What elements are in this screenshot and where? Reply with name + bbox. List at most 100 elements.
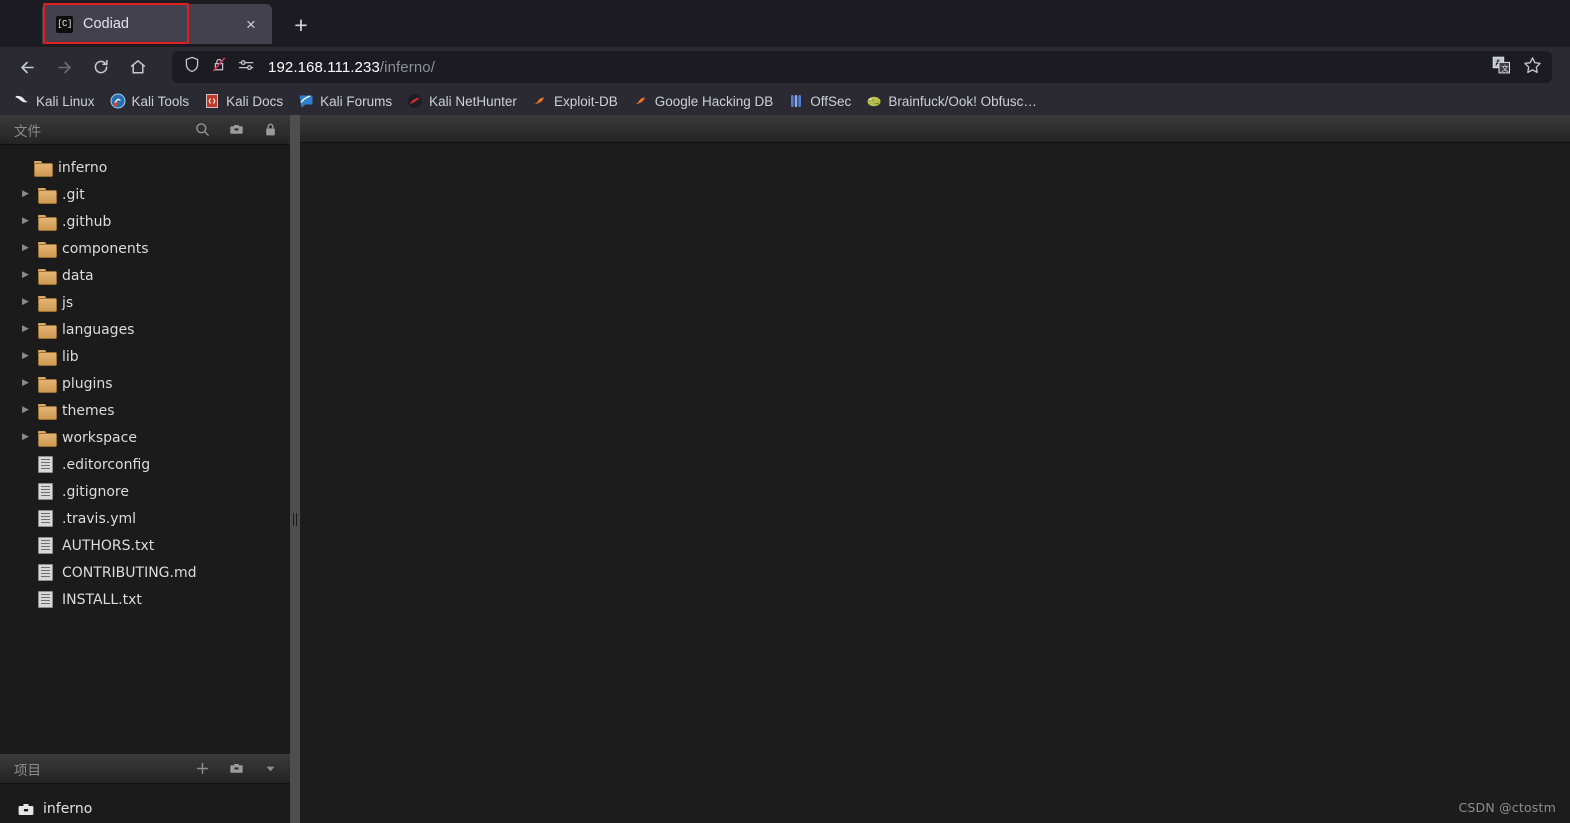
folder-icon	[38, 268, 57, 285]
tree-folder-item[interactable]: ▶inferno	[0, 154, 290, 181]
kali-docs-icon	[206, 94, 218, 108]
editor-region: CSDN @ctostm	[300, 115, 1570, 823]
svg-text:文: 文	[1501, 62, 1509, 72]
folder-icon-slot	[38, 214, 62, 231]
tree-file-item[interactable]: ▶.editorconfig	[0, 451, 290, 478]
site-permissions-icon[interactable]	[238, 58, 255, 77]
expand-arrow-icon[interactable]: ▶	[22, 406, 38, 415]
tree-file-item[interactable]: ▶AUTHORS.txt	[0, 532, 290, 559]
project-list: inferno	[0, 784, 290, 823]
insecure-connection-lock-icon[interactable]	[211, 56, 227, 78]
expand-arrow-icon[interactable]: ▶	[22, 190, 38, 199]
archive-icon[interactable]	[229, 761, 244, 776]
tree-item-label: CONTRIBUTING.md	[62, 564, 197, 581]
file-icon-slot	[38, 456, 62, 473]
tree-folder-item[interactable]: ▶ workspace	[0, 424, 290, 451]
expand-arrow-icon[interactable]: ▶	[22, 298, 38, 307]
tab-codiad[interactable]: [C] Codiad ×	[42, 4, 272, 44]
folder-icon	[38, 349, 57, 366]
file-icon	[38, 564, 53, 581]
exploit-db-icon	[534, 97, 544, 104]
file-icon	[38, 591, 53, 608]
tree-folder-item[interactable]: ▶ plugins	[0, 370, 290, 397]
bookmark-kali-forums[interactable]: Kali Forums	[292, 90, 398, 112]
editor-tab-bar[interactable]	[300, 115, 1570, 143]
bookmark-label: Brainfuck/Ook! Obfusc…	[888, 93, 1037, 109]
tree-folder-item[interactable]: ▶ .github	[0, 208, 290, 235]
tree-folder-item[interactable]: ▶ js	[0, 289, 290, 316]
folder-icon-slot	[34, 160, 58, 177]
tree-folder-item[interactable]: ▶ components	[0, 235, 290, 262]
expand-arrow-icon[interactable]: ▶	[22, 271, 38, 280]
tree-item-label: data	[62, 267, 94, 284]
tree-folder-item[interactable]: ▶ themes	[0, 397, 290, 424]
bookmark-kali-docs[interactable]: Kali Docs	[198, 90, 289, 112]
tree-item-label: INSTALL.txt	[62, 591, 142, 608]
folder-icon-slot	[38, 295, 62, 312]
tree-folder-item[interactable]: ▶ data	[0, 262, 290, 289]
sidebar-splitter[interactable]	[290, 115, 300, 823]
url-text[interactable]: 192.168.111.233/inferno/	[268, 59, 1482, 76]
project-list-item[interactable]: inferno	[0, 795, 290, 823]
new-tab-button[interactable]: +	[284, 8, 318, 42]
file-icon-slot	[38, 537, 62, 554]
bookmark-exploit-db[interactable]: Exploit-DB	[526, 90, 624, 112]
tree-folder-item[interactable]: ▶ lib	[0, 343, 290, 370]
bookmark-kali-linux[interactable]: Kali Linux	[8, 90, 101, 112]
close-icon[interactable]: ×	[238, 11, 264, 37]
home-icon[interactable]	[121, 50, 155, 84]
expand-arrow-icon[interactable]: ▶	[22, 217, 38, 226]
splitter-grip-icon[interactable]	[293, 513, 297, 526]
tree-file-item[interactable]: ▶CONTRIBUTING.md	[0, 559, 290, 586]
back-arrow-icon[interactable]	[10, 50, 44, 84]
tree-item-label: themes	[62, 402, 115, 419]
editor-canvas[interactable]: CSDN @ctostm	[300, 143, 1570, 823]
projects-panel-title: 项目	[14, 762, 41, 779]
expand-arrow-icon[interactable]: ▶	[22, 244, 38, 253]
bookmark-brainfuck-obfuscator[interactable]: Brainfuck/Ook! Obfusc…	[860, 90, 1043, 112]
expand-arrow-icon[interactable]: ▶	[22, 433, 38, 442]
offsec-icon	[791, 95, 802, 107]
search-icon[interactable]	[195, 122, 210, 137]
chevron-down-icon[interactable]	[263, 761, 278, 776]
archive-icon[interactable]	[229, 122, 244, 137]
folder-icon	[38, 430, 57, 447]
tree-item-label: .git	[62, 186, 85, 203]
bookmark-offsec[interactable]: OffSec	[782, 90, 857, 112]
expand-arrow-icon[interactable]: ▶	[22, 325, 38, 334]
briefcase-icon	[18, 803, 34, 815]
tree-item-label: plugins	[62, 375, 113, 392]
browser-window: [C] Codiad × + 192.168.111.233/inferno/ …	[0, 0, 1570, 823]
tree-item-label: components	[62, 240, 149, 257]
tree-file-item[interactable]: ▶.gitignore	[0, 478, 290, 505]
tree-item-label: languages	[62, 321, 135, 338]
bookmark-label: Exploit-DB	[553, 93, 618, 109]
address-bar[interactable]: 192.168.111.233/inferno/ A 文	[172, 51, 1552, 83]
bookmark-star-icon[interactable]	[1523, 56, 1542, 79]
add-icon[interactable]	[195, 761, 210, 776]
projects-panel-actions	[195, 761, 278, 776]
expand-arrow-icon[interactable]: ▶	[22, 352, 38, 361]
tree-folder-item[interactable]: ▶ languages	[0, 316, 290, 343]
project-icon-slot	[18, 803, 43, 816]
tracking-protection-shield-icon[interactable]	[184, 56, 200, 78]
bookmark-label: Kali Docs	[226, 93, 284, 109]
expand-arrow-icon[interactable]: ▶	[22, 379, 38, 388]
lock-icon[interactable]	[263, 122, 278, 137]
translate-icon[interactable]: A 文	[1492, 56, 1511, 79]
folder-icon-slot	[38, 376, 62, 393]
tree-folder-item[interactable]: ▶ .git	[0, 181, 290, 208]
folder-icon-slot	[38, 187, 62, 204]
folder-icon-slot	[38, 349, 62, 366]
folder-icon	[38, 241, 57, 258]
bookmark-google-hacking-db[interactable]: Google Hacking DB	[627, 90, 780, 112]
bookmark-kali-nethunter[interactable]: Kali NetHunter	[401, 90, 523, 112]
tree-file-item[interactable]: ▶INSTALL.txt	[0, 586, 290, 613]
folder-icon	[38, 295, 57, 312]
kali-forums-icon	[299, 95, 313, 108]
tree-file-item[interactable]: ▶.travis.yml	[0, 505, 290, 532]
bookmark-kali-tools[interactable]: Kali Tools	[104, 90, 196, 112]
reload-icon[interactable]	[84, 50, 118, 84]
folder-icon	[38, 322, 57, 339]
codiad-app: 文件 inferno ▶ .git ▶ .github ▶ components…	[0, 115, 1570, 823]
